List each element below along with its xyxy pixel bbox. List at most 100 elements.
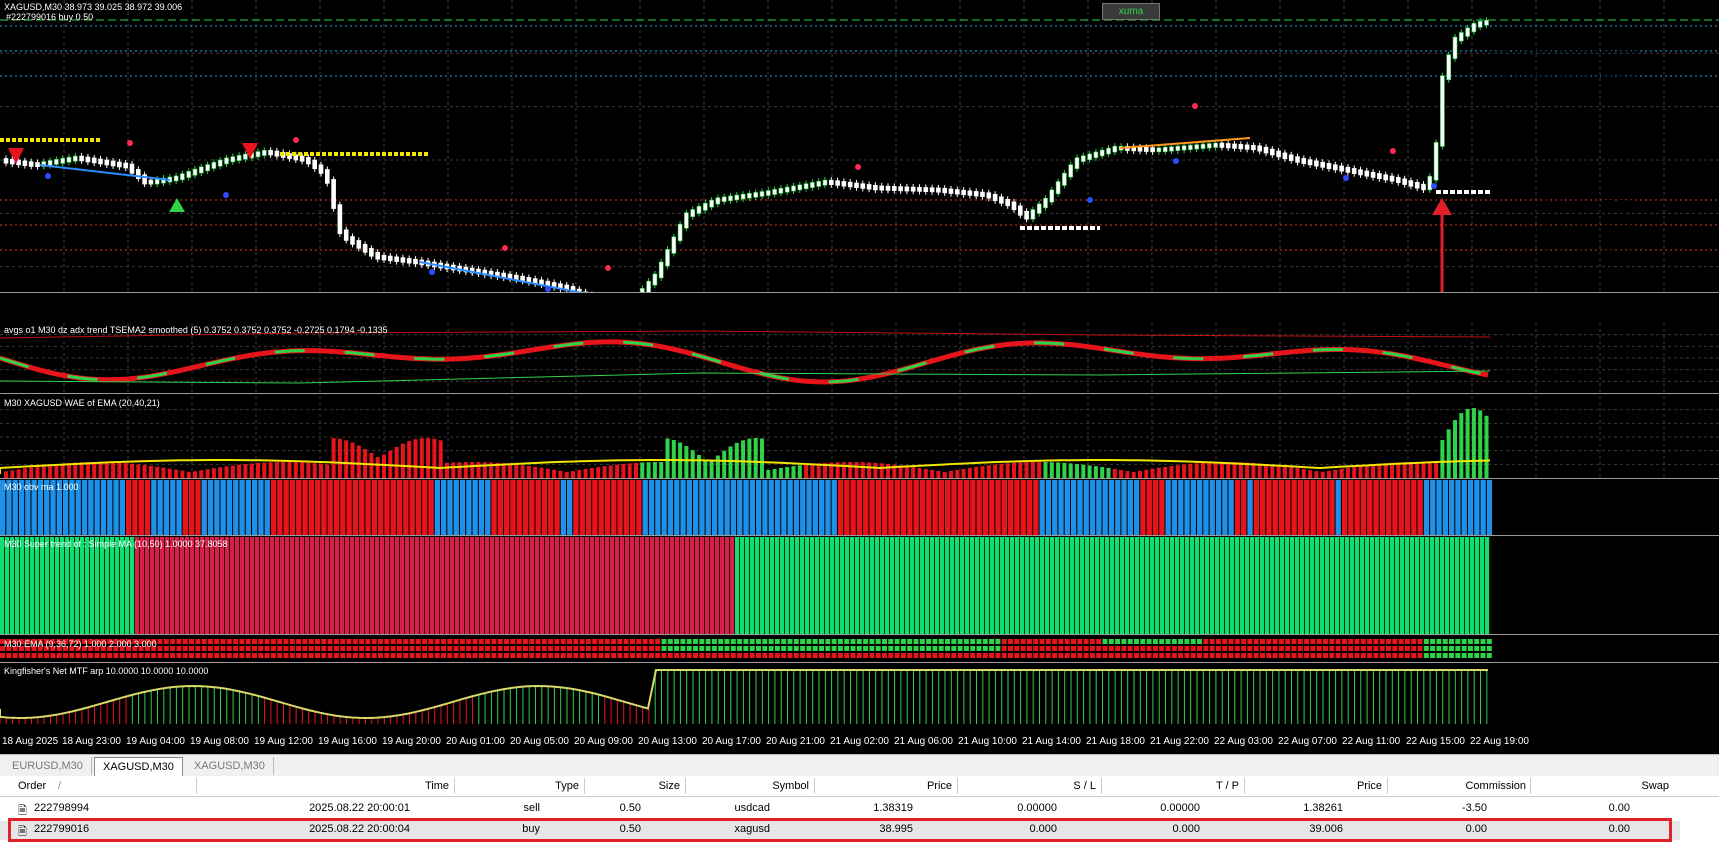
col-current-price-header[interactable]: Price bbox=[1357, 780, 1382, 792]
wae-bar bbox=[1156, 467, 1161, 478]
tsema-indicator-pane[interactable]: avgs o1 M30 dz adx trend TSEMA2 smoothed… bbox=[0, 323, 1719, 394]
obv-bar bbox=[1228, 480, 1234, 535]
ema-cell bbox=[472, 639, 478, 644]
ema-cell bbox=[1071, 639, 1076, 644]
obv-bar bbox=[850, 480, 856, 535]
wae-bar bbox=[1012, 462, 1016, 478]
supertrend-bar bbox=[1315, 537, 1320, 634]
candle-body bbox=[954, 189, 960, 195]
ema-indicator-pane[interactable]: M30 EMA (9,36,72) 1.000 2.000 3.000 bbox=[0, 637, 1719, 663]
price-chart-canvas[interactable] bbox=[0, 0, 1719, 292]
tab-xagusd-m30-active[interactable]: XAGUSD,M30 bbox=[94, 757, 183, 776]
ema-cell bbox=[195, 646, 201, 651]
col-commission-header[interactable]: Commission bbox=[1465, 780, 1526, 792]
wae-bar bbox=[237, 464, 242, 478]
tab-xagusd-m30[interactable]: XAGUSD,M30 bbox=[186, 757, 274, 775]
supertrend-bar bbox=[25, 537, 30, 634]
ema-cell bbox=[856, 639, 862, 644]
ema-cell bbox=[718, 653, 724, 658]
supertrend-bar bbox=[880, 537, 885, 634]
supertrend-bar bbox=[695, 537, 700, 634]
col-tp-header[interactable]: T / P bbox=[1216, 780, 1239, 792]
ema-cell bbox=[1190, 653, 1196, 658]
candle-body bbox=[1389, 175, 1395, 182]
col-price-header[interactable]: Price bbox=[927, 780, 952, 792]
ema-cell bbox=[919, 639, 925, 644]
supertrend-bar bbox=[935, 537, 940, 634]
candle-body bbox=[1465, 27, 1470, 37]
order-tp[interactable]: 0.00000 bbox=[1160, 802, 1200, 814]
supertrend-bar bbox=[1370, 537, 1375, 634]
supertrend-bar bbox=[1115, 537, 1120, 634]
obv-canvas bbox=[0, 480, 1493, 535]
ema-cell bbox=[264, 639, 270, 644]
supertrend-bar bbox=[1355, 537, 1360, 634]
ema-cell bbox=[1140, 639, 1146, 644]
ema-cell bbox=[655, 639, 661, 644]
ema-cell bbox=[220, 646, 226, 651]
ema-cell bbox=[1316, 639, 1322, 644]
col-symbol-header[interactable]: Symbol bbox=[772, 780, 809, 792]
candle-body bbox=[1055, 181, 1061, 195]
ema-cell bbox=[170, 639, 176, 644]
supertrend-bar bbox=[1135, 537, 1140, 634]
ema-cell bbox=[1423, 653, 1429, 658]
band-s1-label: daily probability band S1 (37.769) bbox=[1488, 199, 1637, 210]
col-type-header[interactable]: Type bbox=[555, 780, 579, 792]
wae-bar bbox=[552, 469, 557, 478]
obv-indicator-pane[interactable]: M30 obv ma 1.000 bbox=[0, 480, 1719, 536]
xuma-button[interactable]: xuma bbox=[1102, 3, 1160, 20]
obv-bar bbox=[113, 480, 119, 535]
ema-cell bbox=[831, 639, 837, 644]
order-sl[interactable]: 0.00000 bbox=[1017, 802, 1057, 814]
signal-dot bbox=[605, 265, 611, 271]
supertrend-indicator-pane[interactable]: M30 Super trend of : Simple MA (10,50) 1… bbox=[0, 537, 1719, 635]
wae-bar bbox=[1383, 463, 1388, 478]
ema-cell bbox=[919, 646, 925, 651]
ema-cell bbox=[604, 646, 610, 651]
trade-row[interactable]: 🗎 222798994 2025.08.22 20:00:01 sell 0.5… bbox=[0, 800, 1680, 819]
supertrend-bar bbox=[1035, 537, 1040, 634]
wae-bar bbox=[337, 438, 342, 478]
col-order-header[interactable]: Order bbox=[18, 780, 46, 792]
col-size-header[interactable]: Size bbox=[659, 780, 680, 792]
ema-cell bbox=[239, 653, 245, 658]
obv-bar bbox=[548, 480, 554, 535]
order-price: 1.38319 bbox=[873, 802, 913, 814]
ema-cell bbox=[957, 653, 963, 658]
col-sl-header[interactable]: S / L bbox=[1073, 780, 1096, 792]
wae-bar bbox=[936, 470, 941, 478]
supertrend-bar bbox=[610, 537, 615, 634]
supertrend-bar bbox=[395, 537, 400, 634]
col-time-header[interactable]: Time bbox=[425, 780, 449, 792]
ema-cell bbox=[296, 639, 302, 644]
ema-cell bbox=[1335, 653, 1341, 658]
obv-bar bbox=[737, 480, 743, 535]
col-swap-header[interactable]: Swap bbox=[1641, 780, 1669, 792]
ema-cell bbox=[762, 653, 768, 658]
supertrend-bar bbox=[1440, 537, 1445, 634]
wae-bar bbox=[224, 466, 229, 478]
ema-cell bbox=[1335, 646, 1341, 651]
candle-body bbox=[1270, 148, 1275, 156]
wae-indicator-pane[interactable]: M30 XAGUSD WAE of EMA (20,40,21) bbox=[0, 396, 1719, 479]
obv-bar bbox=[201, 480, 207, 535]
ema-cell bbox=[415, 639, 421, 644]
candle-body bbox=[891, 186, 897, 191]
ema-cell bbox=[289, 646, 295, 651]
supertrend-bar bbox=[1150, 537, 1155, 634]
ema-cell bbox=[1001, 653, 1007, 658]
candle-body bbox=[1181, 145, 1187, 151]
ema-cell bbox=[1052, 653, 1058, 658]
obv-bar bbox=[522, 480, 529, 535]
candle-body bbox=[268, 149, 273, 156]
wae-bar bbox=[697, 454, 701, 478]
tab-eurusd-m30[interactable]: EURUSD,M30 bbox=[4, 757, 92, 775]
candle-body bbox=[186, 171, 191, 178]
wae-bar bbox=[350, 442, 355, 478]
price-chart-pane[interactable]: XAGUSD,M30 38.973 39.025 38.972 39.006 #… bbox=[0, 0, 1719, 293]
obv-bar bbox=[554, 480, 560, 535]
ema-cell bbox=[491, 639, 497, 644]
ema-cell bbox=[1014, 639, 1020, 644]
kingfisher-indicator-pane[interactable]: Kingfisher's Net MTF arp 10.0000 10.0000… bbox=[0, 664, 1719, 731]
